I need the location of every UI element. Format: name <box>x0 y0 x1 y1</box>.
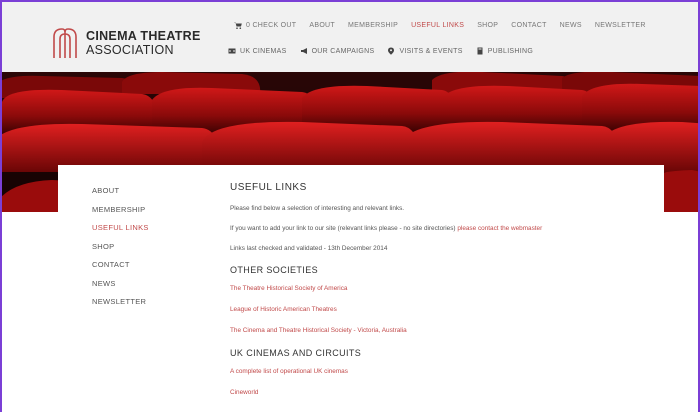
section-heading-uk-cinemas-circuits: UK CINEMAS AND CIRCUITS <box>230 348 362 358</box>
sidebar-item-news[interactable]: NEWS <box>92 275 149 294</box>
sidebar-nav: ABOUT MEMBERSHIP USEFUL LINKS SHOP CONTA… <box>92 182 149 312</box>
megaphone-icon <box>300 48 307 54</box>
top-nav-useful-links[interactable]: USEFUL LINKS <box>411 22 464 29</box>
logo-icon <box>53 28 77 58</box>
logo-text: CINEMA THEATRE ASSOCIATION <box>86 29 201 57</box>
sub-nav-visits-events[interactable]: VISITS & EVENTS <box>387 47 462 55</box>
sub-nav-label: PUBLISHING <box>487 47 534 55</box>
film-icon <box>228 48 236 54</box>
link-theatre-historical-society-america[interactable]: The Theatre Historical Society of Americ… <box>230 285 660 293</box>
sub-nav-label: VISITS & EVENTS <box>399 47 463 55</box>
sidebar-item-about[interactable]: ABOUT <box>92 182 149 201</box>
section-heading-other-societies: OTHER SOCIETIES <box>230 265 319 275</box>
top-nav-membership[interactable]: MEMBERSHIP <box>348 22 398 29</box>
sub-nav-publishing[interactable]: PUBLISHING <box>476 47 533 55</box>
logo-line-2: ASSOCIATION <box>86 43 174 57</box>
top-nav-about[interactable]: ABOUT <box>309 22 335 29</box>
contact-webmaster-link[interactable]: please contact the webmaster <box>457 225 542 232</box>
top-nav-contact[interactable]: CONTACT <box>511 22 546 29</box>
top-nav-news[interactable]: NEWS <box>560 22 582 29</box>
sidebar-item-shop[interactable]: SHOP <box>92 238 149 257</box>
top-nav-newsletter[interactable]: NEWSLETTER <box>595 22 646 29</box>
sidebar-item-contact[interactable]: CONTACT <box>92 256 149 275</box>
logo-line-1: CINEMA THEATRE <box>86 29 201 43</box>
intro-text: Please find below a selection of interes… <box>230 205 405 212</box>
site-header: CINEMA THEATRE ASSOCIATION 0 CHECK OUT A… <box>2 2 698 72</box>
site-logo[interactable]: CINEMA THEATRE ASSOCIATION <box>52 27 201 59</box>
sidebar-item-newsletter[interactable]: NEWSLETTER <box>92 293 149 312</box>
checkout-label: 0 CHECK OUT <box>246 22 297 29</box>
sub-nav-uk-cinemas[interactable]: UK CINEMAS <box>228 47 287 55</box>
location-icon <box>388 47 395 55</box>
add-link-prefix: If you want to add your link to our site… <box>230 225 458 232</box>
last-checked-text: Links last checked and validated - 13th … <box>230 245 388 252</box>
page-title: USEFUL LINKS <box>230 182 307 193</box>
top-nav-shop[interactable]: SHOP <box>477 22 498 29</box>
sub-nav-label: UK CINEMAS <box>240 47 287 55</box>
link-cinema-theatre-historical-society-victoria[interactable]: The Cinema and Theatre Historical Societ… <box>230 327 660 335</box>
sub-nav-label: OUR CAMPAIGNS <box>311 47 375 55</box>
add-link-text: If you want to add your link to our site… <box>230 225 660 233</box>
cart-icon <box>234 22 242 29</box>
link-cineworld[interactable]: Cineworld <box>230 389 660 397</box>
sub-nav-our-campaigns[interactable]: OUR CAMPAIGNS <box>300 47 375 55</box>
link-operational-uk-cinemas[interactable]: A complete list of operational UK cinema… <box>230 368 660 376</box>
sidebar-item-membership[interactable]: MEMBERSHIP <box>92 201 149 220</box>
book-icon <box>477 47 483 55</box>
sub-nav: UK CINEMAS OUR CAMPAIGNS VISITS & EVENTS… <box>228 47 546 55</box>
link-league-historic-american-theatres[interactable]: League of Historic American Theatres <box>230 306 660 314</box>
top-nav: 0 CHECK OUT ABOUT MEMBERSHIP USEFUL LINK… <box>234 22 659 29</box>
main-content: USEFUL LINKS Please find below a selecti… <box>230 182 660 410</box>
checkout-link[interactable]: 0 CHECK OUT <box>234 22 296 29</box>
sidebar-item-useful-links[interactable]: USEFUL LINKS <box>92 219 149 238</box>
